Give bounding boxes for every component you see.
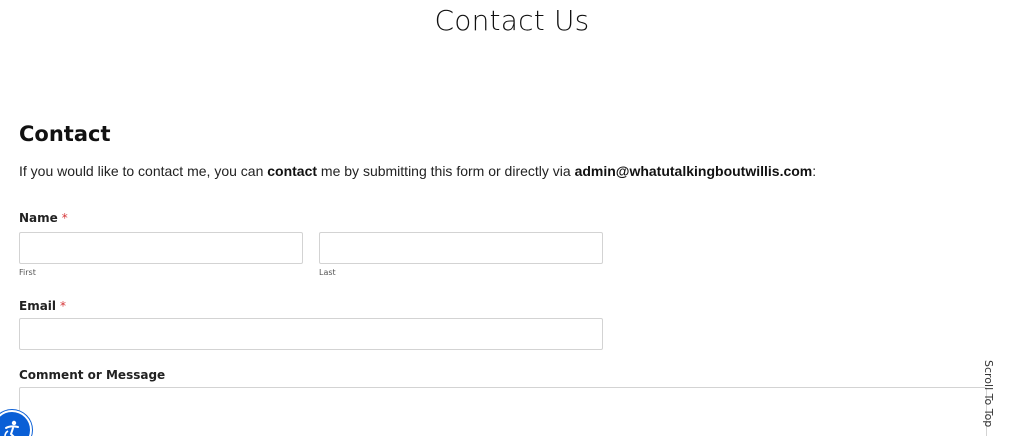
name-label-text: Name xyxy=(19,211,58,225)
message-textarea[interactable] xyxy=(19,387,987,436)
scroll-to-top-button[interactable]: Scroll To Top xyxy=(979,360,999,434)
intro-text-3: : xyxy=(812,163,817,179)
last-name-input[interactable] xyxy=(319,232,603,264)
email-input[interactable] xyxy=(19,318,603,350)
section-heading: Contact xyxy=(19,122,111,146)
contact-page: Contact Us Contact If you would like to … xyxy=(0,0,1024,436)
contact-intro: If you would like to contact me, you can… xyxy=(19,163,816,179)
first-name-input[interactable] xyxy=(19,232,303,264)
intro-bold-contact: contact xyxy=(267,163,318,179)
page-title: Contact Us xyxy=(434,4,590,37)
email-label-text: Email xyxy=(19,299,57,313)
email-label: Email * xyxy=(19,299,66,313)
message-label: Comment or Message xyxy=(19,368,166,382)
name-label: Name * xyxy=(19,211,68,225)
intro-email: admin@whatutalkingboutwillis.com xyxy=(574,163,813,179)
name-required-marker: * xyxy=(61,211,68,225)
scroll-to-top-label: Scroll To Top xyxy=(982,360,995,428)
first-name-sublabel: First xyxy=(19,268,36,277)
email-required-marker: * xyxy=(60,299,67,313)
intro-text-2: me by submitting this form or directly v… xyxy=(317,163,575,179)
intro-text-1: If you would like to contact me, you can xyxy=(19,163,268,179)
last-name-sublabel: Last xyxy=(319,268,336,277)
